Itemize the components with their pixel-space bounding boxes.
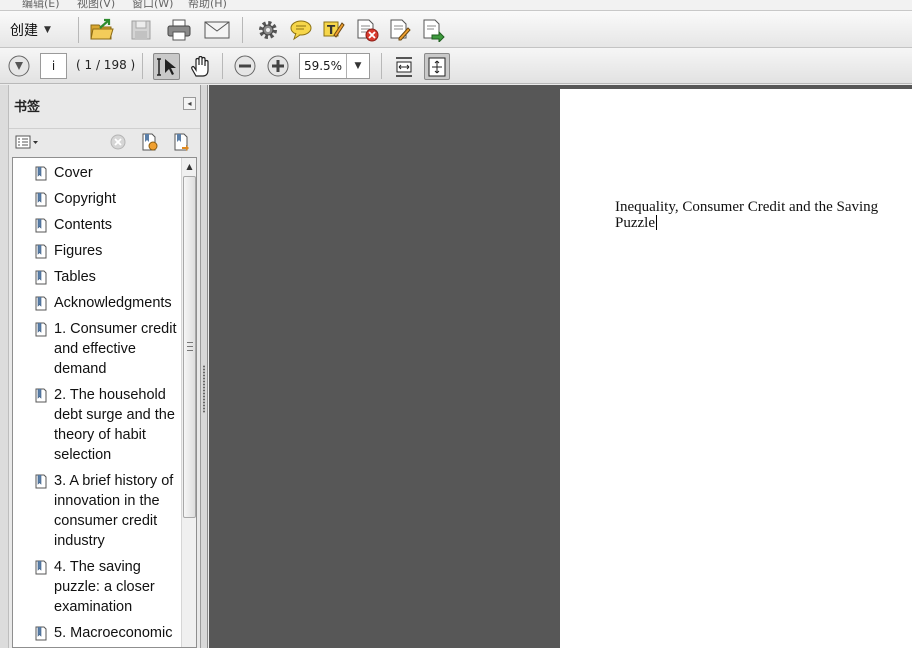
menu-view[interactable]: 视图(V) (77, 0, 115, 10)
fit-width-icon[interactable] (391, 53, 417, 80)
bookmark-icon (35, 192, 47, 207)
menu-edit[interactable]: 编辑(E) (22, 0, 60, 10)
bookmark-label: 1. Consumer credit and effective demand (54, 321, 177, 377)
bookmark-icon (35, 322, 47, 337)
sidebar-edge (0, 85, 9, 648)
zoom-value[interactable]: 59.5% (300, 54, 347, 78)
bookmark-label: Contents (54, 217, 113, 233)
page-count: ( 1 / 198 ) (76, 58, 136, 72)
bookmark-label: Cover (54, 165, 93, 181)
bookmark-item[interactable]: 4. The saving puzzle: a closer examinati… (13, 557, 181, 617)
bookmark-item[interactable]: Acknowledgments (13, 293, 181, 313)
menu-help[interactable]: 帮助(H) (188, 0, 227, 10)
bookmark-panel: Cover Copyright Contents Figures Tables Ackno… (12, 157, 197, 648)
zoom-out-icon[interactable] (232, 53, 258, 79)
main-toolbar: 创建 ▼ T (0, 11, 912, 48)
document-edit-icon[interactable] (386, 16, 414, 44)
bookmark-label: Copyright (54, 191, 117, 207)
bookmark-item[interactable]: Contents (13, 215, 181, 235)
bookmark-label: 3. A brief history of innovation in the … (54, 473, 174, 549)
hand-tool-icon[interactable] (186, 53, 213, 80)
new-bookmark-icon[interactable] (139, 132, 159, 152)
bookmark-icon (35, 218, 47, 233)
bookmark-item[interactable]: Cover (13, 163, 181, 183)
chevron-down-icon: ▼ (44, 25, 51, 35)
create-label: 创建 (10, 23, 38, 39)
email-icon[interactable] (202, 16, 232, 44)
toolbar-divider (381, 53, 382, 79)
bookmark-item[interactable]: 2. The household debt surge and the theo… (13, 385, 181, 465)
collapse-sidebar-icon[interactable]: ◂ (183, 97, 196, 110)
page-title-text[interactable]: Inequality, Consumer Credit and the Savi… (615, 199, 905, 231)
bookmark-icon (35, 166, 47, 181)
scroll-up-icon[interactable]: ▲ (182, 158, 196, 174)
bookmark-item[interactable]: 3. A brief history of innovation in the … (13, 471, 181, 551)
bookmark-icon (35, 244, 47, 259)
open-folder-icon[interactable] (88, 16, 116, 44)
bookmark-icon (35, 270, 47, 285)
bookmark-icon (35, 296, 47, 311)
document-delete-icon[interactable] (353, 16, 381, 44)
scroll-thumb[interactable] (183, 176, 196, 518)
title-line: Inequality, Consumer Credit and the Savi… (615, 199, 879, 231)
bookmark-tools (9, 128, 200, 156)
document-export-icon[interactable] (419, 16, 447, 44)
highlight-icon[interactable]: T (320, 16, 348, 44)
bookmarks-sidebar: 书签 ◂ Cover Copyright Contents Figures Tables… (0, 85, 201, 648)
expand-bookmark-icon[interactable] (171, 132, 191, 152)
zoom-select[interactable]: 59.5% ▼ (299, 53, 370, 79)
document-view[interactable]: Inequality, Consumer Credit and the Savi… (209, 85, 912, 648)
panel-splitter[interactable] (201, 85, 208, 648)
bookmark-icon (35, 626, 47, 641)
bookmark-label: Acknowledgments (54, 295, 172, 311)
toolbar-divider (242, 17, 243, 43)
bookmark-item[interactable]: 1. Consumer credit and effective demand (13, 319, 181, 379)
fit-page-icon[interactable] (424, 53, 450, 80)
settings-icon[interactable] (254, 16, 282, 44)
navigation-toolbar: i ( 1 / 198 ) 59.5% ▼ (0, 48, 912, 84)
print-icon[interactable] (165, 16, 193, 44)
bookmark-label: 2. The household debt surge and the theo… (54, 387, 175, 463)
bookmark-item[interactable]: Tables (13, 267, 181, 287)
bookmark-icon (35, 560, 47, 575)
splitter-grip-icon (203, 365, 205, 413)
bookmark-label: Tables (54, 269, 96, 285)
menu-window[interactable]: 窗口(W) (132, 0, 173, 10)
text-cursor (655, 215, 657, 230)
save-icon[interactable] (127, 16, 155, 44)
vertical-scrollbar[interactable]: ▲ (181, 158, 196, 647)
pdf-page[interactable]: Inequality, Consumer Credit and the Savi… (560, 89, 912, 648)
select-tool-icon[interactable] (153, 53, 180, 80)
create-button[interactable]: 创建 ▼ (4, 18, 57, 42)
menu-bar: 编辑(E) 视图(V) 窗口(W) 帮助(H) (0, 0, 912, 11)
bookmark-item[interactable]: 5. Macroeconomic (13, 623, 181, 643)
bookmark-icon (35, 388, 47, 403)
comment-icon[interactable] (287, 16, 315, 44)
page-number-input[interactable]: i (40, 53, 67, 79)
options-menu-icon[interactable] (14, 133, 40, 151)
bookmark-item[interactable]: Copyright (13, 189, 181, 209)
bookmark-list: Cover Copyright Contents Figures Tables Ackno… (13, 158, 181, 647)
chevron-down-icon[interactable]: ▼ (347, 54, 369, 78)
bookmark-label: 4. The saving puzzle: a closer examinati… (54, 559, 155, 615)
toolbar-divider (222, 53, 223, 79)
toolbar-divider (142, 53, 143, 79)
sidebar-title: 书签 (14, 100, 41, 115)
grip-icon (187, 342, 193, 351)
bookmark-label: 5. Macroeconomic (54, 625, 173, 641)
next-page-icon[interactable] (6, 53, 32, 79)
bookmark-label: Figures (54, 243, 103, 259)
toolbar-divider (78, 17, 79, 43)
bookmark-icon (35, 474, 47, 489)
zoom-in-icon[interactable] (265, 53, 291, 79)
bookmark-item[interactable]: Figures (13, 241, 181, 261)
delete-bookmark-icon[interactable] (109, 133, 127, 151)
